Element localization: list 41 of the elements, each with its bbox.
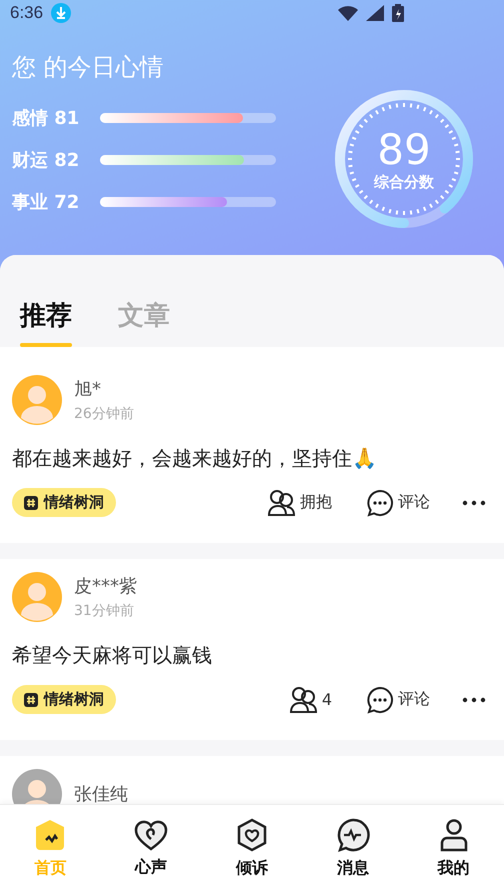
topic-tag[interactable]: 情绪树洞 (12, 685, 116, 714)
comment-icon (366, 686, 394, 714)
hexagon-heart-icon (234, 818, 269, 852)
heart-icon (134, 818, 168, 850)
hug-button[interactable]: 拥抱 (266, 488, 332, 516)
status-time: 6:36 (10, 2, 44, 22)
user-name: 皮***紫 (74, 575, 137, 598)
nav-tab[interactable]: 心声 (111, 818, 192, 878)
nav-tab[interactable]: 消息 (312, 818, 393, 878)
more-icon[interactable] (462, 500, 486, 506)
wifi-icon (338, 4, 358, 20)
nav-tab[interactable]: 倾诉 (212, 818, 292, 878)
score-label: 综合分数 (374, 172, 434, 192)
total-score: 89 (377, 126, 431, 172)
more-icon[interactable] (462, 696, 486, 702)
message-icon (336, 818, 370, 852)
hash-icon (24, 692, 38, 706)
download-icon (51, 2, 72, 22)
nav-tab[interactable]: 我的 (414, 818, 494, 878)
post-time: 31分钟前 (74, 602, 135, 620)
mood-title: 您 的今日心情 (12, 52, 165, 83)
hug-button[interactable]: 4 (288, 686, 332, 714)
comment-button[interactable]: 评论 (366, 488, 430, 516)
user-name: 张佳纯 (74, 783, 128, 804)
topic-tag[interactable]: 情绪树洞 (12, 488, 116, 517)
signal-icon (366, 4, 384, 20)
user-name: 旭* (74, 378, 102, 401)
feed-tab[interactable]: 推荐 (20, 298, 72, 347)
user-icon (438, 818, 469, 852)
hash-icon (24, 496, 38, 510)
comment-button[interactable]: 评论 (366, 686, 430, 714)
meter-label: 事业 72 (12, 191, 80, 214)
hug-icon (266, 488, 296, 516)
post-time: 26分钟前 (74, 405, 134, 423)
post-text: 都在越来越好，会越来越好的，坚持住🙏 (12, 445, 378, 472)
meter-label: 财运 82 (12, 149, 80, 172)
comment-icon (366, 488, 394, 516)
meter-label: 感情 81 (12, 107, 80, 130)
post-text: 希望今天麻将可以赢钱 (12, 642, 213, 669)
hug-icon (288, 686, 318, 714)
battery-icon (392, 4, 404, 22)
